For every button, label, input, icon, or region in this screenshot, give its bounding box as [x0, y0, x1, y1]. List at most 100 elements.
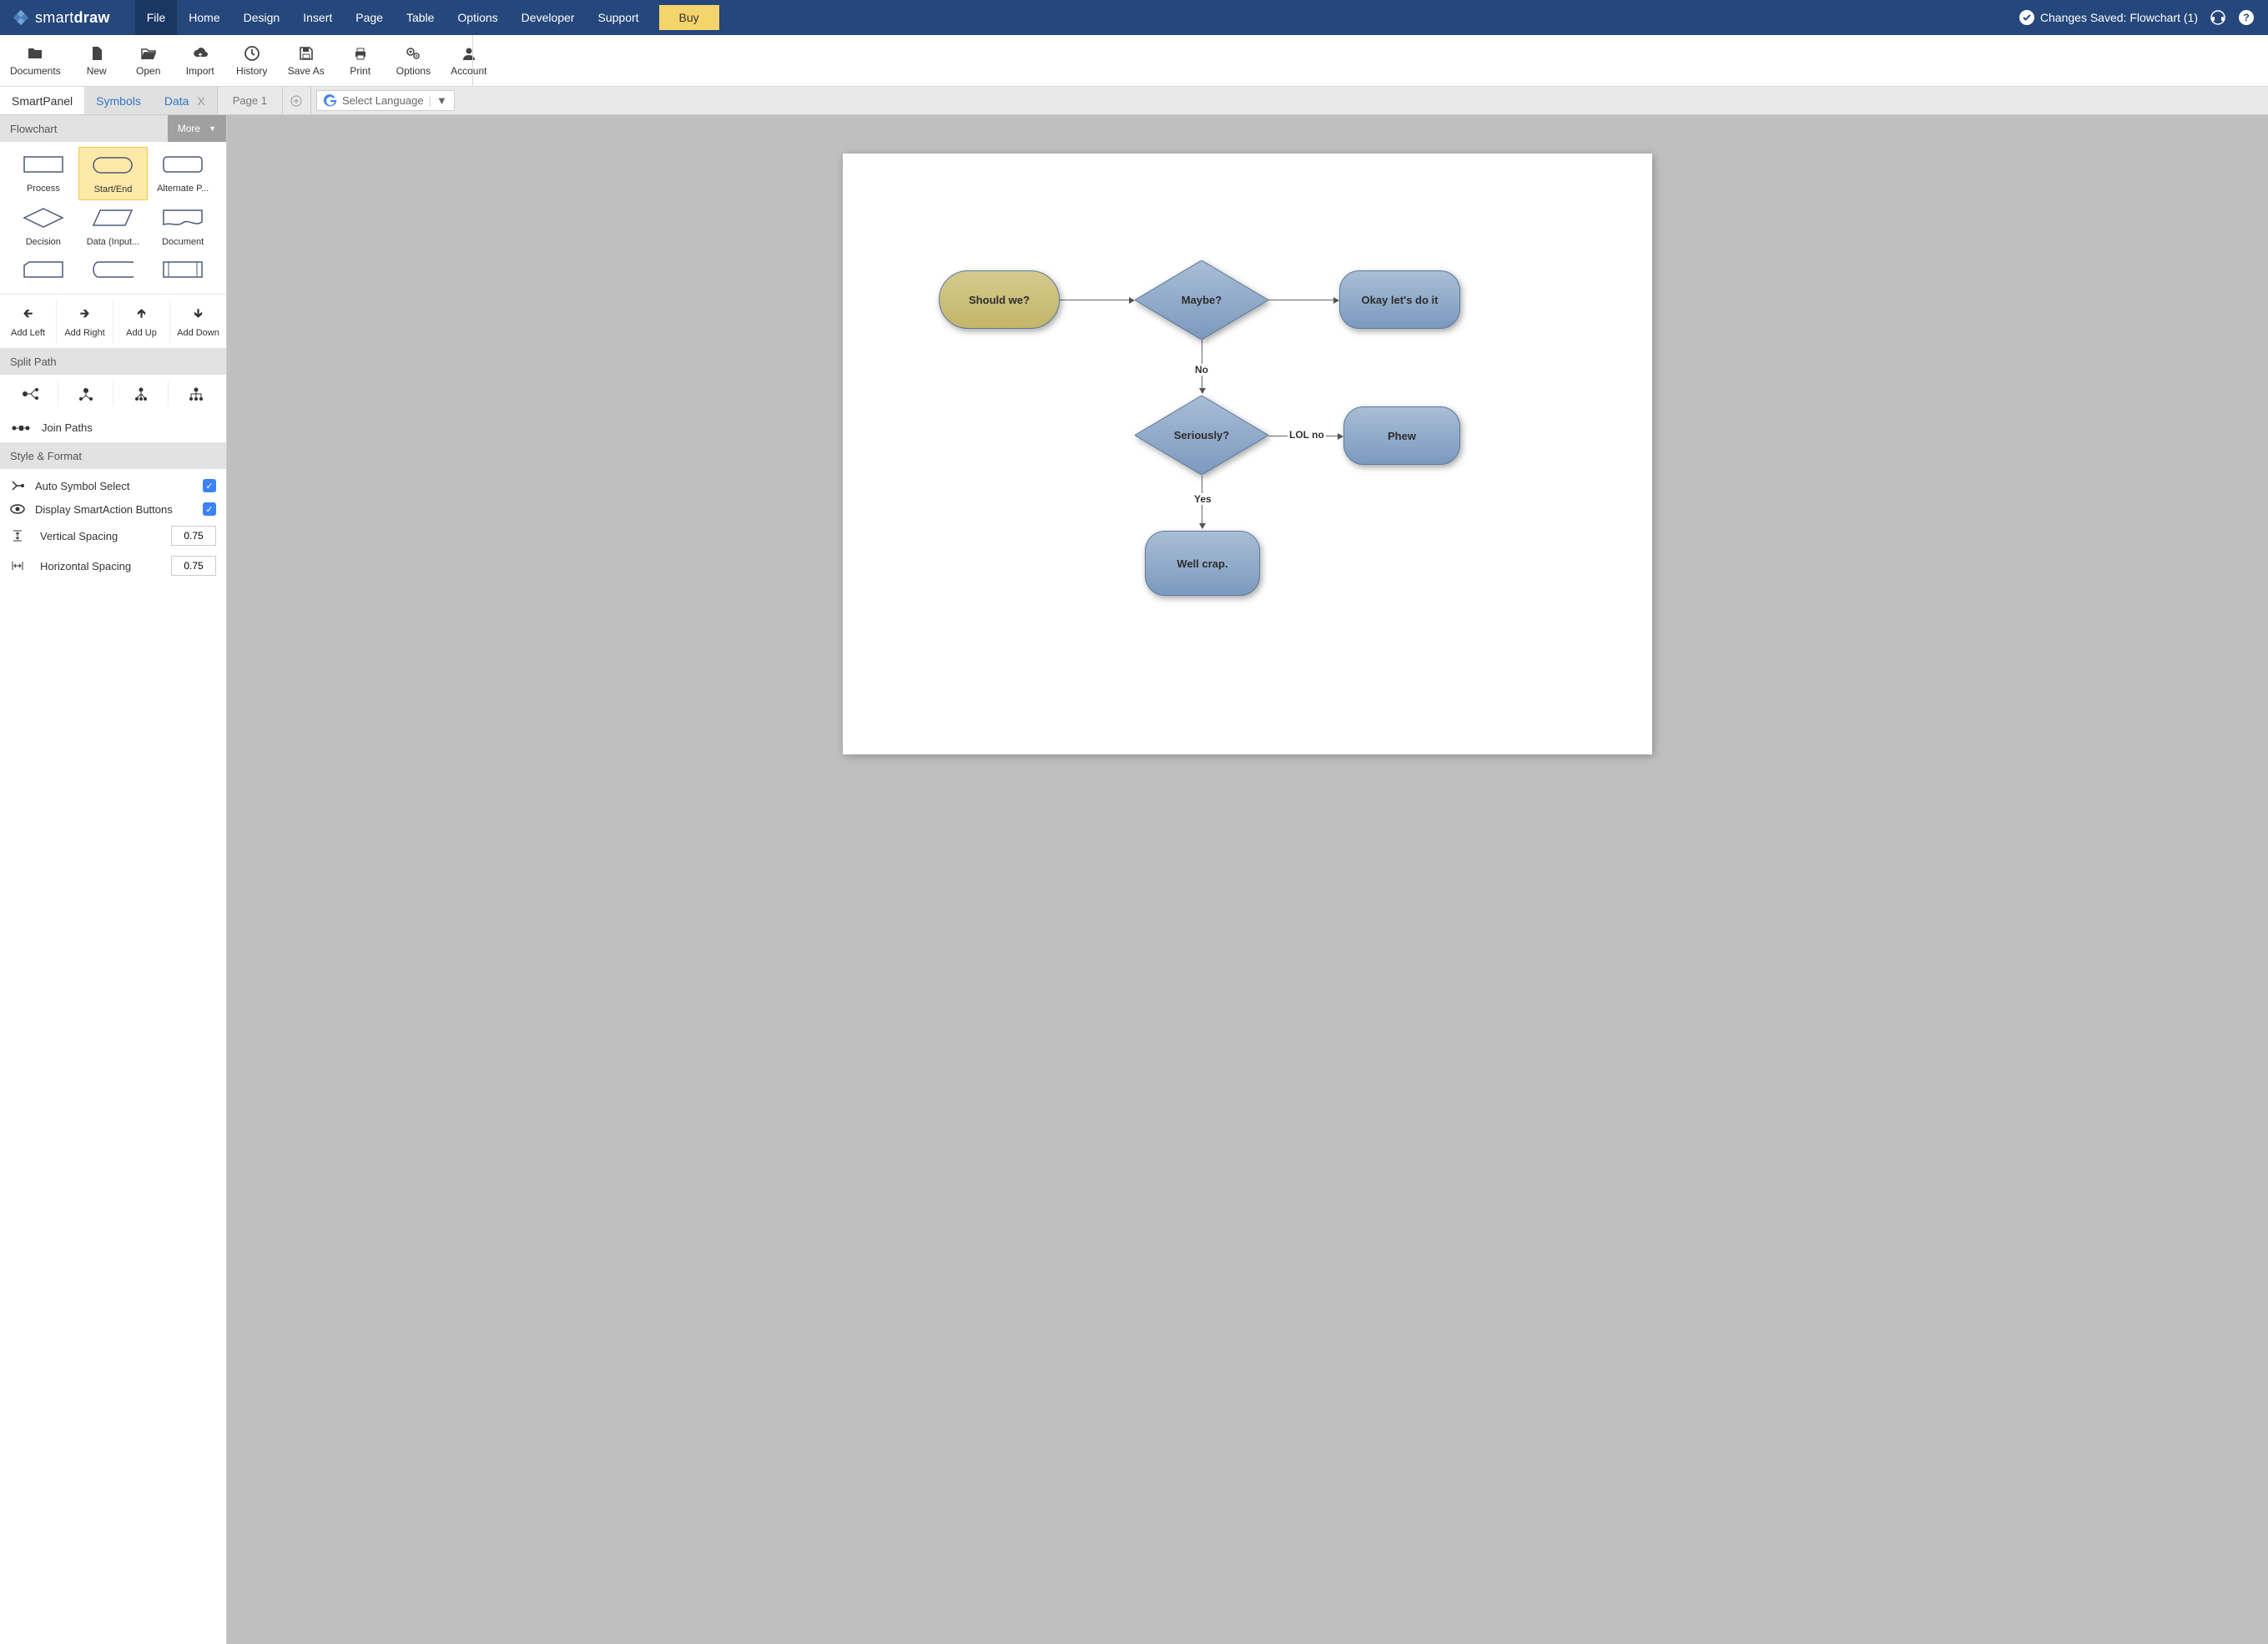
sidebar: Flowchart More▼ ProcessStart/EndAlternat…	[0, 115, 227, 1644]
toolbar: DocumentsNewOpenImportHistorySave AsPrin…	[0, 35, 2268, 87]
toolbar-documents[interactable]: Documents	[0, 45, 71, 77]
shape-terminator[interactable]: Start/End	[78, 147, 149, 200]
menu-page[interactable]: Page	[344, 0, 395, 35]
auto-select-icon	[10, 479, 25, 492]
horizontal-spacing-icon	[10, 559, 25, 572]
toolbar-open[interactable]: Open	[123, 45, 174, 77]
folder-icon	[27, 45, 43, 62]
split-type-2[interactable]	[58, 381, 113, 406]
node-should-we[interactable]: Should we?	[939, 270, 1060, 329]
arrow-icon	[1129, 297, 1135, 304]
toolbar-account[interactable]: Account	[441, 45, 496, 77]
menu-insert[interactable]: Insert	[291, 0, 344, 35]
smart-action-checkbox[interactable]: ✓	[203, 502, 216, 516]
tab-smartpanel[interactable]: SmartPanel	[0, 87, 84, 114]
toolbar-save-as[interactable]: Save As	[278, 45, 335, 77]
join-icon	[12, 423, 30, 433]
menu-support[interactable]: Support	[587, 0, 651, 35]
buy-button[interactable]: Buy	[659, 5, 719, 30]
eye-icon	[10, 502, 25, 516]
cloud-icon	[192, 45, 209, 62]
help-icon[interactable]: ?	[2238, 9, 2255, 26]
language-selector[interactable]: Select Language | ▼	[316, 90, 455, 111]
node-seriously[interactable]: Seriously?	[1135, 396, 1268, 475]
logo: smartdraw	[12, 8, 110, 27]
check-circle-icon	[2019, 9, 2035, 26]
vspacing-label: Vertical Spacing	[35, 530, 161, 542]
add-down-button[interactable]: 🡳Add Down	[169, 300, 226, 343]
vspacing-input[interactable]	[171, 526, 216, 546]
arrow-icon: 🡲	[80, 305, 89, 325]
hspacing-label: Horizontal Spacing	[35, 560, 161, 572]
shape-diamond[interactable]: Decision	[8, 200, 78, 252]
add-direction-row: 🡰Add Left🡲Add Right🡱Add Up🡳Add Down	[0, 295, 226, 349]
menu-table[interactable]: Table	[395, 0, 446, 35]
headset-icon[interactable]	[2210, 9, 2226, 26]
arrow-icon: 🡳	[194, 305, 202, 325]
tab-data[interactable]: DataX	[153, 87, 217, 114]
svg-text:?: ?	[2243, 12, 2249, 23]
add-up-button[interactable]: 🡱Add Up	[113, 300, 169, 343]
auto-symbol-checkbox[interactable]: ✓	[203, 479, 216, 492]
shape-grid: ProcessStart/EndAlternate P... DecisionDa…	[0, 142, 226, 295]
canvas[interactable]: No LOL no Yes Should we? Maybe? Okay let…	[227, 115, 2268, 1644]
user-icon	[461, 45, 477, 62]
file-icon	[88, 45, 105, 62]
menu-home[interactable]: Home	[177, 0, 231, 35]
style-format-header: Style & Format	[0, 443, 226, 469]
page-surface[interactable]: No LOL no Yes Should we? Maybe? Okay let…	[843, 154, 1652, 754]
logo-icon	[12, 8, 30, 27]
arrow-icon	[1199, 388, 1206, 394]
node-maybe[interactable]: Maybe?	[1135, 260, 1268, 340]
add-page-button[interactable]	[283, 87, 311, 114]
arrow-icon: 🡰	[23, 305, 33, 325]
chevron-down-icon: ▼	[209, 124, 216, 133]
shape-document[interactable]: Document	[148, 200, 218, 252]
split-path-row	[0, 375, 226, 413]
toolbar-history[interactable]: History	[226, 45, 278, 77]
toolbar-import[interactable]: Import	[174, 45, 226, 77]
menu-file[interactable]: File	[135, 0, 178, 35]
edge-label-no[interactable]: No	[1193, 364, 1210, 376]
save-icon	[298, 45, 315, 62]
arrow-icon	[1338, 433, 1343, 440]
shape-parallelogram[interactable]: Data (Input...	[78, 200, 149, 252]
menubar: smartdraw FileHomeDesignInsertPageTableO…	[0, 0, 2268, 35]
tab-page-1[interactable]: Page 1	[217, 87, 283, 114]
arrow-icon	[1199, 523, 1206, 529]
menu-design[interactable]: Design	[232, 0, 292, 35]
shape-roundrect[interactable]: Alternate P...	[148, 147, 218, 200]
split-type-4[interactable]	[168, 381, 223, 406]
menubar-right: Changes Saved: Flowchart (1) ?	[2019, 9, 2268, 26]
shape-rect[interactable]: Process	[8, 147, 78, 200]
node-phew[interactable]: Phew	[1343, 406, 1460, 465]
shape-card[interactable]	[8, 252, 78, 294]
shape-subprocess[interactable]	[148, 252, 218, 294]
tab-symbols[interactable]: Symbols	[84, 87, 153, 114]
shape-stored[interactable]	[78, 252, 149, 294]
node-okay-lets-do-it[interactable]: Okay let's do it	[1339, 270, 1460, 329]
menu-options[interactable]: Options	[446, 0, 509, 35]
split-type-3[interactable]	[113, 381, 168, 406]
menu-developer[interactable]: Developer	[510, 0, 587, 35]
split-path-header: Split Path	[0, 349, 226, 375]
toolbar-new[interactable]: New	[71, 45, 123, 77]
join-paths-button[interactable]: Join Paths	[0, 413, 226, 443]
menu-items: FileHomeDesignInsertPageTableOptionsDeve…	[135, 0, 651, 35]
hspacing-input[interactable]	[171, 556, 216, 576]
add-left-button[interactable]: 🡰Add Left	[0, 300, 56, 343]
more-button[interactable]: More▼	[168, 115, 226, 142]
toolbar-options[interactable]: Options	[386, 45, 441, 77]
close-icon[interactable]: X	[197, 94, 204, 108]
clock-icon	[244, 45, 260, 62]
chevron-down-icon: ▼	[436, 94, 447, 107]
add-right-button[interactable]: 🡲Add Right	[56, 300, 113, 343]
style-options: Auto Symbol Select ✓ Display SmartAction…	[0, 469, 226, 586]
toolbar-print[interactable]: Print	[335, 45, 386, 77]
split-type-1[interactable]	[3, 381, 58, 406]
node-well-crap[interactable]: Well crap.	[1145, 531, 1260, 596]
save-status: Changes Saved: Flowchart (1)	[2019, 9, 2198, 26]
gears-icon	[405, 45, 421, 62]
edge-label-yes[interactable]: Yes	[1192, 493, 1213, 505]
edge-label-lolno[interactable]: LOL no	[1288, 429, 1326, 441]
